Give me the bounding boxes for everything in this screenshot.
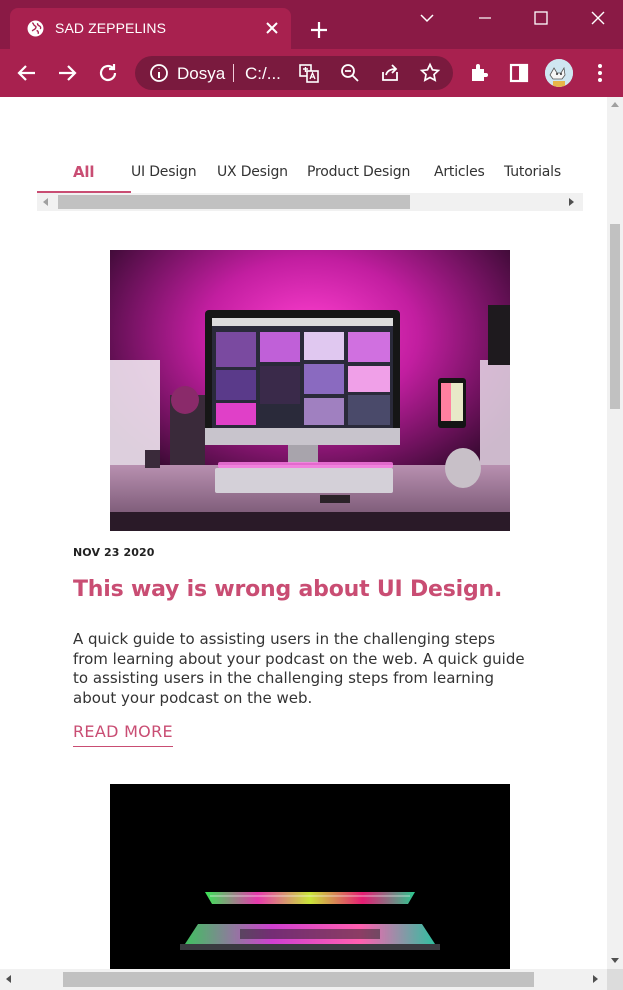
tab-articles[interactable]: Articles [434,164,485,180]
page-horizontal-scrollbar[interactable] [0,969,607,990]
zoom-out-icon[interactable] [338,61,362,85]
extensions-puzzle-icon[interactable] [468,61,492,85]
post-image[interactable] [110,784,510,969]
tab-tutorials[interactable]: Tutorials [504,164,561,180]
desk-computer-photo [110,250,510,531]
laptop-photo [110,784,510,969]
tab-title: SAD ZEPPELINS [55,20,167,36]
maximize-icon[interactable] [529,6,553,30]
post-excerpt: A quick guide to assisting users in the … [73,630,525,707]
tab-all[interactable]: All [73,163,94,181]
category-scroll-thumb[interactable] [58,195,410,209]
tab-product-design[interactable]: Product Design [307,164,410,180]
page-scroll-right-arrow-icon[interactable] [593,975,598,983]
category-scrollbar[interactable] [37,193,583,211]
address-path: C:/... [245,64,281,83]
tab-search-chevron-icon[interactable] [415,6,439,30]
page-viewport: All UI Design UX Design Product Design A… [0,97,607,969]
minimize-icon[interactable] [473,6,497,30]
scroll-down-arrow-icon[interactable] [611,958,619,963]
forward-arrow-icon[interactable] [55,61,79,85]
post-date: NOV 23 2020 [73,546,155,559]
category-tabs: All UI Design UX Design Product Design A… [37,153,583,193]
window-close-icon[interactable] [586,6,610,30]
page-vertical-scrollbar[interactable] [607,97,623,969]
share-icon[interactable] [378,61,402,85]
scroll-right-arrow-icon[interactable] [569,198,574,206]
globe-icon [27,20,44,37]
post-title[interactable]: This way is wrong about UI Design. [73,577,502,602]
horizontal-scroll-thumb[interactable] [63,972,534,987]
address-bar[interactable]: Dosya C:/... [135,56,453,90]
browser-tab[interactable]: SAD ZEPPELINS [10,8,291,49]
address-site-label: Dosya [177,64,226,83]
browser-title-bar: SAD ZEPPELINS [0,0,623,49]
reload-icon[interactable] [96,61,120,85]
post-image[interactable] [110,250,510,531]
side-panel-icon[interactable] [507,61,531,85]
back-arrow-icon[interactable] [15,61,39,85]
close-tab-icon[interactable] [263,19,281,37]
bookmark-star-icon[interactable] [418,61,442,85]
page-scroll-left-arrow-icon[interactable] [6,975,11,983]
translate-icon[interactable] [297,61,321,85]
profile-avatar[interactable] [545,59,573,87]
address-divider [233,64,234,82]
scroll-up-arrow-icon[interactable] [611,102,619,107]
new-tab-icon[interactable] [308,19,330,41]
vertical-scroll-thumb[interactable] [610,224,620,409]
scrollbar-corner [607,969,623,990]
info-icon[interactable] [147,61,171,85]
tab-ui-design[interactable]: UI Design [131,164,197,180]
more-menu-icon[interactable] [588,61,612,85]
browser-toolbar: Dosya C:/... [0,49,623,97]
read-more-link[interactable]: READ MORE [73,722,173,747]
tab-ux-design[interactable]: UX Design [217,164,288,180]
scroll-left-arrow-icon[interactable] [43,198,48,206]
avatar-image-icon [545,59,573,87]
